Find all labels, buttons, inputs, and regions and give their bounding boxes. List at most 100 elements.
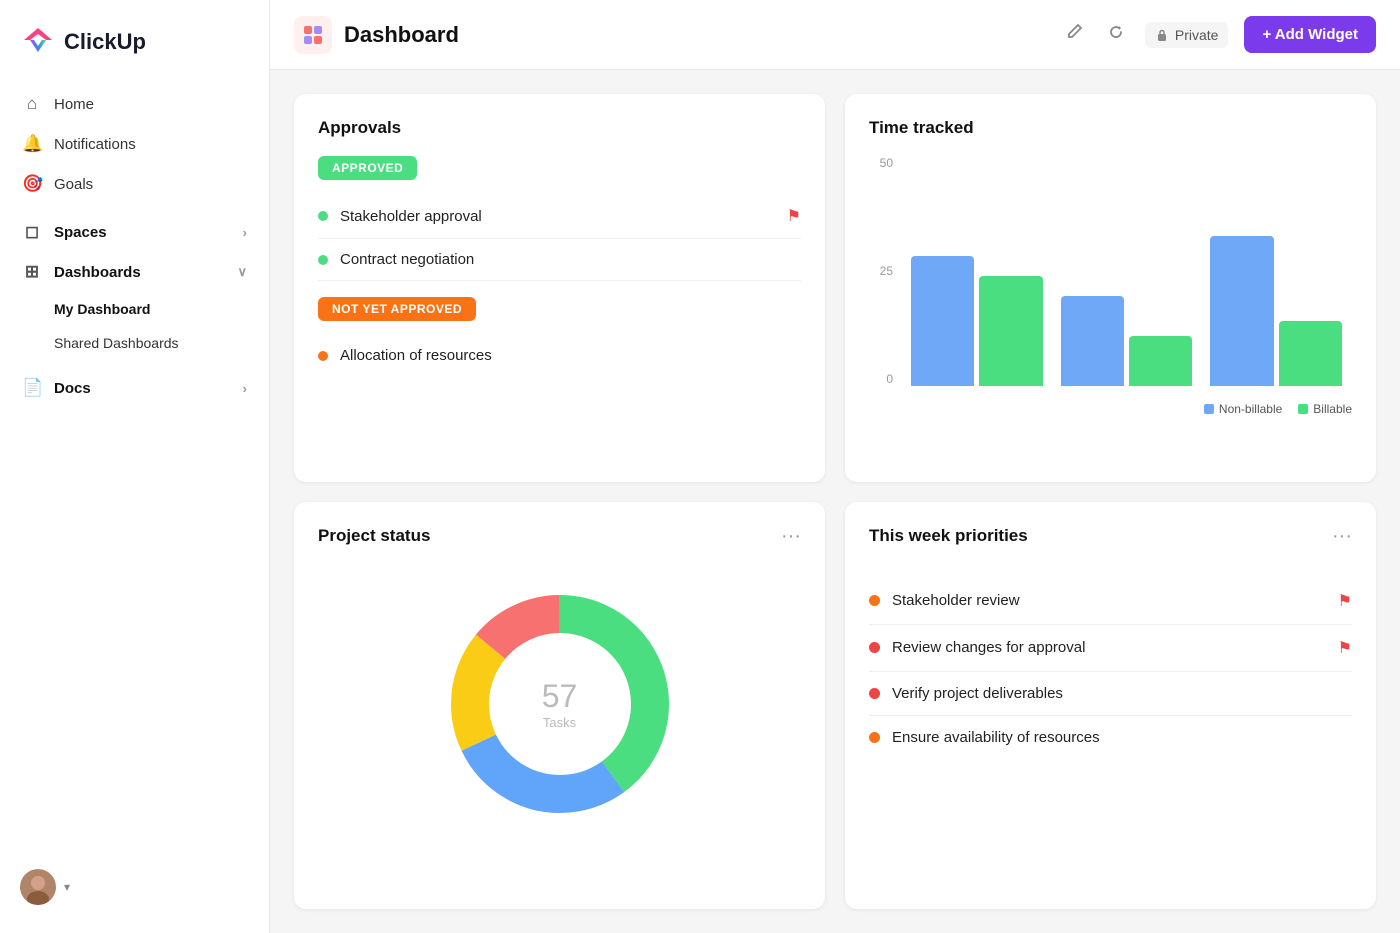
priority-item-0: Stakeholder review ⚑	[869, 578, 1352, 625]
legend-label: Billable	[1313, 402, 1352, 416]
sidebar-item-label: Goals	[54, 176, 93, 193]
sidebar: ClickUp ⌂ Home 🔔 Notifications 🎯 Goals ◻…	[0, 0, 270, 933]
approval-label: Contract negotiation	[340, 251, 474, 268]
edit-button[interactable]	[1061, 19, 1087, 50]
chevron-right-icon: ›	[243, 225, 247, 240]
y-label-50: 50	[869, 156, 893, 170]
logo-text: ClickUp	[64, 29, 146, 55]
dashboards-icon: ⊞	[22, 262, 42, 282]
logo-area: ClickUp	[0, 16, 269, 84]
clickup-logo-icon	[20, 24, 56, 60]
donut-center: 57 Tasks	[542, 678, 578, 730]
sidebar-item-home[interactable]: ⌂ Home	[8, 84, 261, 124]
bar-green-1	[979, 276, 1042, 386]
priority-label: Stakeholder review	[892, 592, 1020, 609]
task-count: 57	[542, 678, 578, 715]
legend-label: Non-billable	[1219, 402, 1282, 416]
add-widget-button[interactable]: + Add Widget	[1244, 16, 1376, 53]
avatar[interactable]	[20, 869, 56, 905]
sidebar-item-docs[interactable]: 📄 Docs ›	[8, 368, 261, 408]
private-label: Private	[1175, 27, 1219, 43]
approvals-card: Approvals APPROVED Stakeholder approval …	[294, 94, 825, 482]
flag-icon: ⚑	[1338, 638, 1352, 658]
page-title: Dashboard	[344, 22, 459, 48]
approval-item-allocation: Allocation of resources	[318, 335, 801, 376]
approval-label: Stakeholder approval	[340, 208, 482, 225]
flag-icon: ⚑	[787, 206, 801, 226]
sidebar-item-shared-dashboards[interactable]: Shared Dashboards	[8, 326, 261, 360]
spaces-icon: ◻	[22, 222, 42, 242]
sidebar-item-label: Notifications	[54, 136, 136, 153]
time-tracked-title: Time tracked	[869, 118, 1352, 138]
approved-badge: APPROVED	[318, 156, 417, 180]
sidebar-item-label: Spaces	[54, 224, 107, 241]
priorities-card: This week priorities ··· Stakeholder rev…	[845, 502, 1376, 910]
legend-billable: Billable	[1298, 402, 1352, 416]
project-status-menu-button[interactable]: ···	[781, 526, 801, 546]
approval-item-contract: Contract negotiation	[318, 239, 801, 281]
chart-legend: Non-billable Billable	[1204, 402, 1352, 416]
user-chevron-icon[interactable]: ▾	[64, 880, 70, 894]
pencil-icon	[1065, 23, 1083, 41]
priority-label: Review changes for approval	[892, 639, 1085, 656]
chart-y-axis: 50 25 0	[869, 156, 893, 386]
grid-icon	[301, 23, 325, 47]
time-chart: 50 25 0	[869, 156, 1352, 416]
dashboard-icon	[294, 16, 332, 54]
y-label-0: 0	[869, 372, 893, 386]
sidebar-item-dashboards[interactable]: ⊞ Dashboards ∨	[8, 252, 261, 292]
dot-orange-icon	[318, 351, 328, 361]
sidebar-item-goals[interactable]: 🎯 Goals	[8, 164, 261, 204]
dashboard-grid: Approvals APPROVED Stakeholder approval …	[270, 70, 1400, 933]
task-label: Tasks	[542, 715, 578, 730]
time-tracked-card: Time tracked 50 25 0	[845, 94, 1376, 482]
main-content: Dashboard Private + Add Widget	[270, 0, 1400, 933]
priority-item-1: Review changes for approval ⚑	[869, 625, 1352, 672]
dot-green-icon	[318, 255, 328, 265]
sidebar-user-area: ▾	[0, 857, 269, 917]
project-status-header: Project status ···	[318, 526, 801, 546]
topbar-actions: Private + Add Widget	[1061, 16, 1376, 53]
sidebar-item-label: Home	[54, 96, 94, 113]
flag-icon: ⚑	[1338, 591, 1352, 611]
dot-green-icon	[318, 211, 328, 221]
chevron-down-icon: ∨	[237, 264, 247, 280]
refresh-button[interactable]	[1103, 19, 1129, 50]
priority-dot-red	[869, 688, 880, 699]
priority-dot-orange	[869, 732, 880, 743]
legend-dot-green	[1298, 404, 1308, 414]
sidebar-sub-label: Shared Dashboards	[54, 335, 179, 351]
approval-item-stakeholder: Stakeholder approval ⚑	[318, 194, 801, 239]
sidebar-sub-label: My Dashboard	[54, 301, 150, 317]
bar-group-2	[1061, 296, 1193, 386]
legend-dot-blue	[1204, 404, 1214, 414]
priority-label: Ensure availability of resources	[892, 729, 1100, 746]
priority-item-3: Ensure availability of resources	[869, 716, 1352, 759]
lock-icon	[1155, 28, 1169, 42]
bar-green-2	[1129, 336, 1192, 386]
bar-blue-3	[1210, 236, 1273, 386]
legend-non-billable: Non-billable	[1204, 402, 1282, 416]
priorities-header: This week priorities ···	[869, 526, 1352, 546]
priority-item-2: Verify project deliverables	[869, 672, 1352, 716]
bar-blue-1	[911, 256, 974, 386]
topbar: Dashboard Private + Add Widget	[270, 0, 1400, 70]
priorities-title: This week priorities	[869, 526, 1028, 546]
sidebar-item-my-dashboard[interactable]: My Dashboard	[8, 292, 261, 326]
sidebar-item-spaces[interactable]: ◻ Spaces ›	[8, 212, 261, 252]
chart-bars	[901, 156, 1352, 386]
approvals-card-title: Approvals	[318, 118, 801, 138]
refresh-icon	[1107, 23, 1125, 41]
priorities-menu-button[interactable]: ···	[1332, 526, 1352, 546]
sidebar-item-notifications[interactable]: 🔔 Notifications	[8, 124, 261, 164]
bar-group-1	[911, 256, 1043, 386]
home-icon: ⌂	[22, 94, 42, 114]
project-status-card: Project status ··· 5	[294, 502, 825, 910]
priority-dot-red	[869, 642, 880, 653]
bar-green-3	[1279, 321, 1342, 386]
bar-group-3	[1210, 236, 1342, 386]
sidebar-item-label: Docs	[54, 380, 91, 397]
priority-label: Verify project deliverables	[892, 685, 1063, 702]
sidebar-navigation: ⌂ Home 🔔 Notifications 🎯 Goals ◻ Spaces …	[0, 84, 269, 857]
priority-dot-orange	[869, 595, 880, 606]
